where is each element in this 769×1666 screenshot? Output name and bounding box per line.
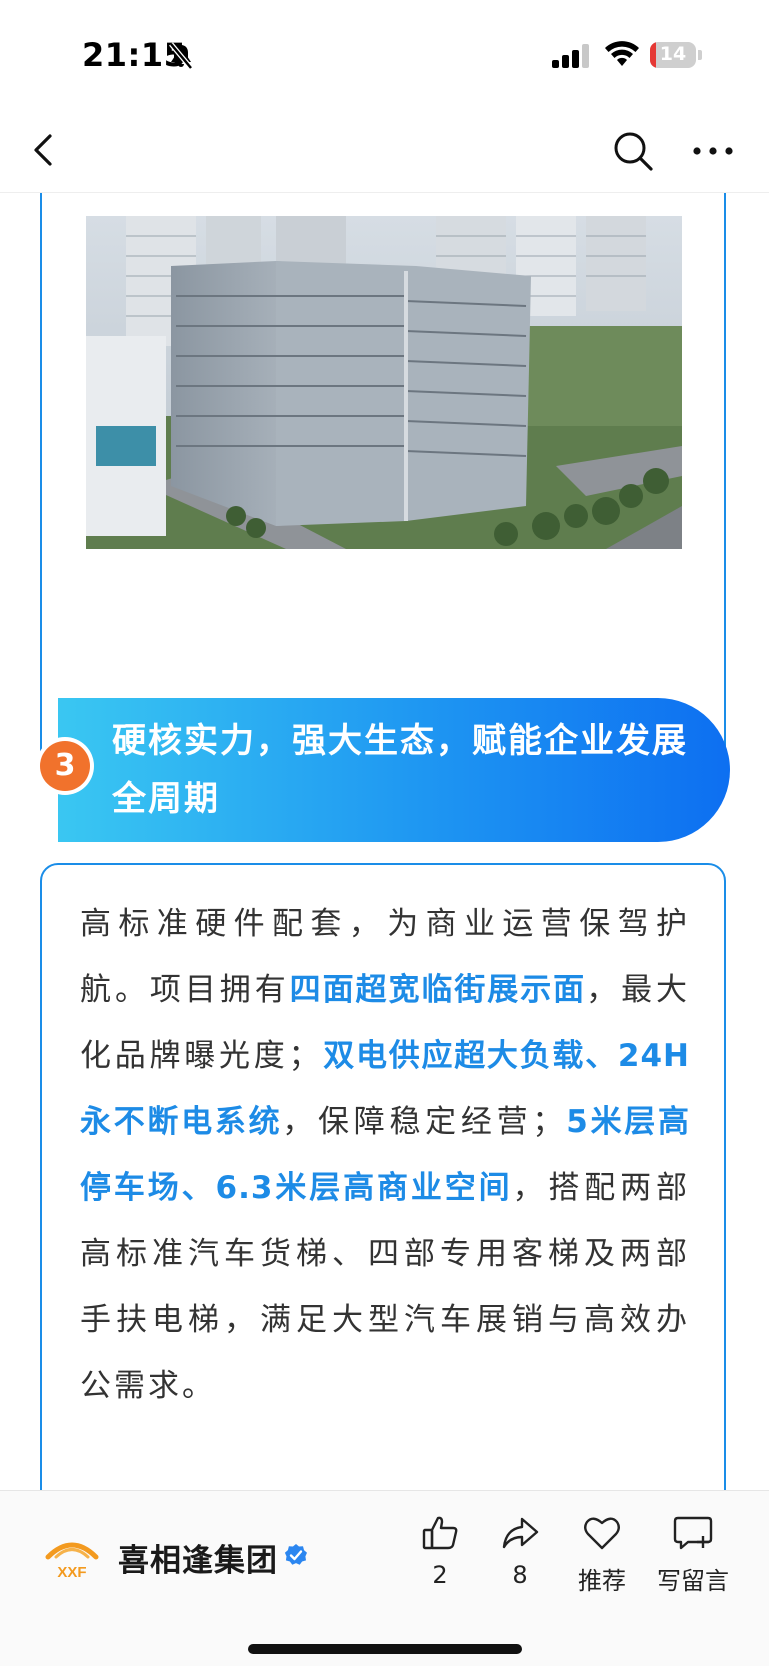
nav-bar: [0, 110, 769, 193]
section-number: 3: [54, 748, 76, 783]
comment-icon: [673, 1516, 713, 1550]
thumbs-up-icon: [422, 1516, 458, 1550]
paragraph-highlight: 四面超宽临街展示面: [289, 972, 587, 1008]
logo-text: XXF: [57, 1564, 86, 1579]
battery-indicator: 14: [650, 42, 696, 68]
section-banner: 硬核实力，强大生态，赋能企业发展全周期: [58, 698, 730, 842]
bottom-bar: XXF 喜相逢集团 2 8 推荐 写留言: [0, 1490, 769, 1666]
account-name[interactable]: 喜相逢集团: [118, 1535, 278, 1580]
like-button[interactable]: 2: [400, 1513, 480, 1589]
search-icon[interactable]: [610, 128, 656, 178]
like-count: 2: [432, 1561, 448, 1589]
heart-icon: [584, 1517, 620, 1550]
home-indicator[interactable]: [248, 1644, 522, 1654]
more-icon[interactable]: [690, 128, 736, 178]
battery-tip: [698, 50, 702, 60]
section-number-badge: 3: [40, 741, 90, 791]
article-content: 硬核实力，强大生态，赋能企业发展全周期 3 高标准硬件配套，为商业运营保驾护航。…: [0, 193, 769, 1490]
paragraph-segment: ，保障稳定经营；: [282, 1104, 567, 1140]
bell-muted-icon: [168, 42, 194, 74]
share-button[interactable]: 8: [480, 1513, 560, 1589]
write-comment-label: 写留言: [657, 1567, 729, 1595]
account-logo[interactable]: XXF: [42, 1533, 102, 1581]
article-paragraph: 高标准硬件配套，为商业运营保驾护航。项目拥有四面超宽临街展示面，最大化品牌曝光度…: [80, 891, 690, 1419]
section-title: 硬核实力，强大生态，赋能企业发展全周期: [112, 721, 688, 819]
recommend-label: 推荐: [578, 1567, 626, 1595]
share-icon: [502, 1517, 539, 1549]
wifi-icon: [604, 40, 640, 72]
write-comment-button[interactable]: 写留言: [648, 1513, 738, 1596]
verified-icon: [284, 1543, 308, 1571]
recommend-button[interactable]: 推荐: [562, 1513, 642, 1596]
battery-level: 14: [659, 43, 687, 65]
cellular-signal-icon: [552, 44, 592, 72]
building-photo[interactable]: [86, 216, 682, 549]
share-count: 8: [512, 1561, 528, 1589]
status-bar: 21:15 14: [0, 0, 769, 110]
chevron-left-icon[interactable]: [26, 126, 62, 178]
